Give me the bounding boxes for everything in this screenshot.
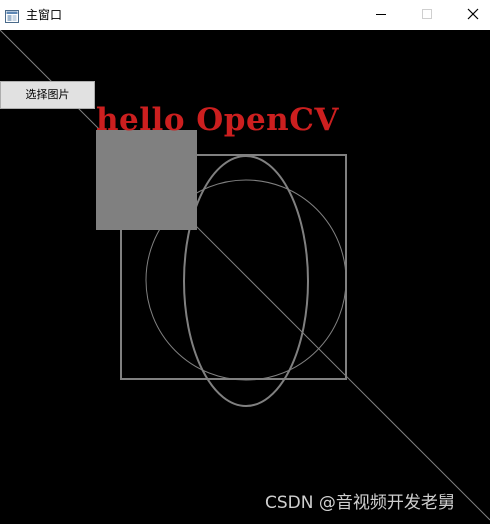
watermark-text: CSDN @音视频开发老舅 [265,493,455,513]
main-window: 主窗口 hello OpenCV 选择图片 CSDN @音视频开发老舅 [0,0,490,524]
maximize-icon [422,9,432,19]
hello-opencv-text: hello OpenCV [96,102,339,138]
close-icon [467,8,479,20]
app-window-icon [5,8,19,23]
minimize-button[interactable] [358,0,404,30]
window-title: 主窗口 [26,8,63,22]
maximize-button[interactable] [404,0,450,30]
ellipse [183,155,309,407]
title-bar[interactable]: 主窗口 [0,0,490,30]
minimize-icon [376,14,386,15]
close-button[interactable] [450,0,490,30]
filled-square [96,130,197,230]
select-image-button[interactable]: 选择图片 [0,81,95,109]
